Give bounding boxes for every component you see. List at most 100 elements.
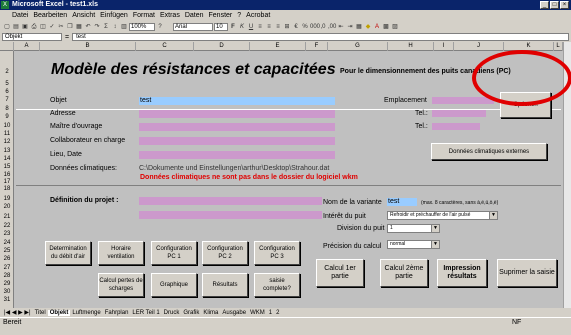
configuration-pc3-button[interactable]: Configuration PC 3	[254, 241, 300, 265]
tab-luftmenge[interactable]: Luftmenge	[70, 310, 102, 316]
pdf-mail-icon[interactable]: ▨	[391, 23, 399, 31]
paste-icon[interactable]: ▦	[75, 23, 83, 31]
cut-icon[interactable]: ✂	[57, 23, 65, 31]
pertes-charges-button[interactable]: Calcul pertes de scharges	[98, 273, 144, 297]
menu-item[interactable]: Acrobat	[246, 12, 270, 19]
pdf-icon[interactable]: ▩	[382, 23, 390, 31]
chart-icon[interactable]: ▥	[120, 23, 128, 31]
close-icon[interactable]: ×	[560, 1, 569, 9]
column-header[interactable]: C	[136, 42, 194, 51]
preview-icon[interactable]: ◫	[39, 23, 47, 31]
calcul-2-button[interactable]: Calcul 2ème partie	[380, 259, 428, 287]
row-header[interactable]: 19	[0, 196, 14, 202]
menu-item[interactable]: Fenster	[209, 12, 233, 19]
row-header[interactable]: 5	[0, 81, 14, 87]
row-header[interactable]: 12	[0, 139, 14, 145]
row-header[interactable]: 27	[0, 265, 14, 271]
tab-fahrplan[interactable]: Fahrplan	[103, 310, 131, 316]
row-header[interactable]: 30	[0, 289, 14, 295]
tab-titel[interactable]: Titel	[33, 310, 48, 316]
menu-item[interactable]: Einfügen	[100, 12, 128, 19]
tab-ler-teil-1[interactable]: LER Teil 1	[130, 310, 161, 316]
tab-wkm[interactable]: WKM	[248, 310, 267, 316]
external-climate-button[interactable]: Données climatiques externes	[431, 143, 547, 160]
align-center-icon[interactable]: ≡	[265, 23, 273, 31]
select-all[interactable]	[0, 42, 14, 51]
column-header[interactable]: F	[306, 42, 328, 51]
row-header[interactable]: 17	[0, 179, 14, 185]
menu-item[interactable]: Datei	[12, 12, 28, 19]
row-header[interactable]: 15	[0, 164, 14, 170]
tab-2[interactable]: 2	[274, 310, 281, 316]
emplacement-input[interactable]	[432, 97, 494, 104]
tab-nav-icon[interactable]: |◀ ◀ ▶ ▶|	[2, 309, 33, 316]
thousands-icon[interactable]: 000	[310, 23, 320, 31]
tab-druck[interactable]: Druck	[162, 310, 182, 316]
row-header[interactable]: 21	[0, 214, 14, 220]
font-size-select[interactable]: 10	[214, 22, 228, 31]
supprimer-button[interactable]: Suprimer la saisie	[497, 259, 557, 287]
column-header[interactable]: D	[194, 42, 250, 51]
configuration-pc2-button[interactable]: Configuration PC 2	[202, 241, 248, 265]
decimal-inc-icon[interactable]: ,0	[319, 23, 327, 31]
row-header[interactable]: 26	[0, 256, 14, 262]
variante-input[interactable]: test	[387, 198, 417, 206]
tel1-input[interactable]	[432, 110, 486, 117]
lieu-input[interactable]	[139, 151, 335, 159]
menu-item[interactable]: ?	[237, 12, 241, 19]
collaborateur-input[interactable]	[139, 137, 335, 145]
menu-item[interactable]: Ansicht	[72, 12, 95, 19]
bold-icon[interactable]: F	[229, 23, 237, 31]
column-header[interactable]: E	[250, 42, 306, 51]
font-select[interactable]: Arial	[173, 22, 213, 31]
indent-inc-icon[interactable]: ⇥	[346, 23, 354, 31]
sort-icon[interactable]: ↕	[111, 23, 119, 31]
graphique-button[interactable]: Graphique	[151, 273, 197, 297]
calcul-1-button[interactable]: Calcul 1er partie	[316, 259, 364, 287]
impression-button[interactable]: Impression résultats	[437, 259, 487, 287]
row-header[interactable]: 16	[0, 172, 14, 178]
column-header[interactable]: B	[40, 42, 136, 51]
row-header[interactable]: 31	[0, 297, 14, 303]
column-header[interactable]: I	[434, 42, 454, 51]
projet-input-2[interactable]	[139, 211, 322, 219]
undo-icon[interactable]: ↶	[84, 23, 92, 31]
row-header[interactable]: 8	[0, 106, 14, 112]
row-header[interactable]: 13	[0, 148, 14, 154]
row-header[interactable]: 25	[0, 248, 14, 254]
resultats-button[interactable]: Résultats	[202, 273, 248, 297]
chevron-down-icon[interactable]: ▼	[431, 241, 439, 248]
row-header[interactable]: 20	[0, 204, 14, 210]
tab-objekt[interactable]: Objekt	[47, 309, 71, 316]
interet-select[interactable]: Refroidir et préchauffer de l'air pulsé …	[387, 211, 498, 220]
open-icon[interactable]: ▤	[12, 23, 20, 31]
tab-klima[interactable]: Klima	[201, 310, 220, 316]
new-icon[interactable]: ▢	[3, 23, 11, 31]
redo-icon[interactable]: ↷	[93, 23, 101, 31]
row-header[interactable]: 6	[0, 89, 14, 95]
configuration-pc1-button[interactable]: Configuration PC 1	[151, 241, 197, 265]
row-header[interactable]: 23	[0, 231, 14, 237]
fill-color-icon[interactable]: ◆	[364, 23, 372, 31]
euro-icon[interactable]: €	[292, 23, 300, 31]
decimal-dec-icon[interactable]: ,00	[328, 23, 336, 31]
row-header[interactable]: 18	[0, 186, 14, 192]
indent-dec-icon[interactable]: ⇤	[337, 23, 345, 31]
division-select[interactable]: 1 ▼	[387, 224, 440, 233]
saisie-complete-button[interactable]: saisie complete?	[254, 273, 300, 297]
row-header[interactable]: 10	[0, 123, 14, 129]
row-header[interactable]: 29	[0, 281, 14, 287]
help-icon[interactable]: ?	[156, 23, 164, 31]
align-right-icon[interactable]: ≡	[274, 23, 282, 31]
adresse-input[interactable]	[139, 110, 335, 118]
chevron-down-icon[interactable]: ▼	[489, 212, 497, 219]
row-header[interactable]: 7	[0, 97, 14, 103]
copy-icon[interactable]: ❐	[66, 23, 74, 31]
merge-icon[interactable]: ⊞	[283, 23, 291, 31]
row-header[interactable]: 22	[0, 223, 14, 229]
tab-grafik[interactable]: Grafik	[181, 310, 201, 316]
zoom-select[interactable]: 100%	[129, 22, 155, 31]
row-header[interactable]: 2	[0, 69, 14, 75]
column-header[interactable]: L	[554, 42, 563, 51]
determination-button[interactable]: Determination du débit d'air	[45, 241, 91, 265]
